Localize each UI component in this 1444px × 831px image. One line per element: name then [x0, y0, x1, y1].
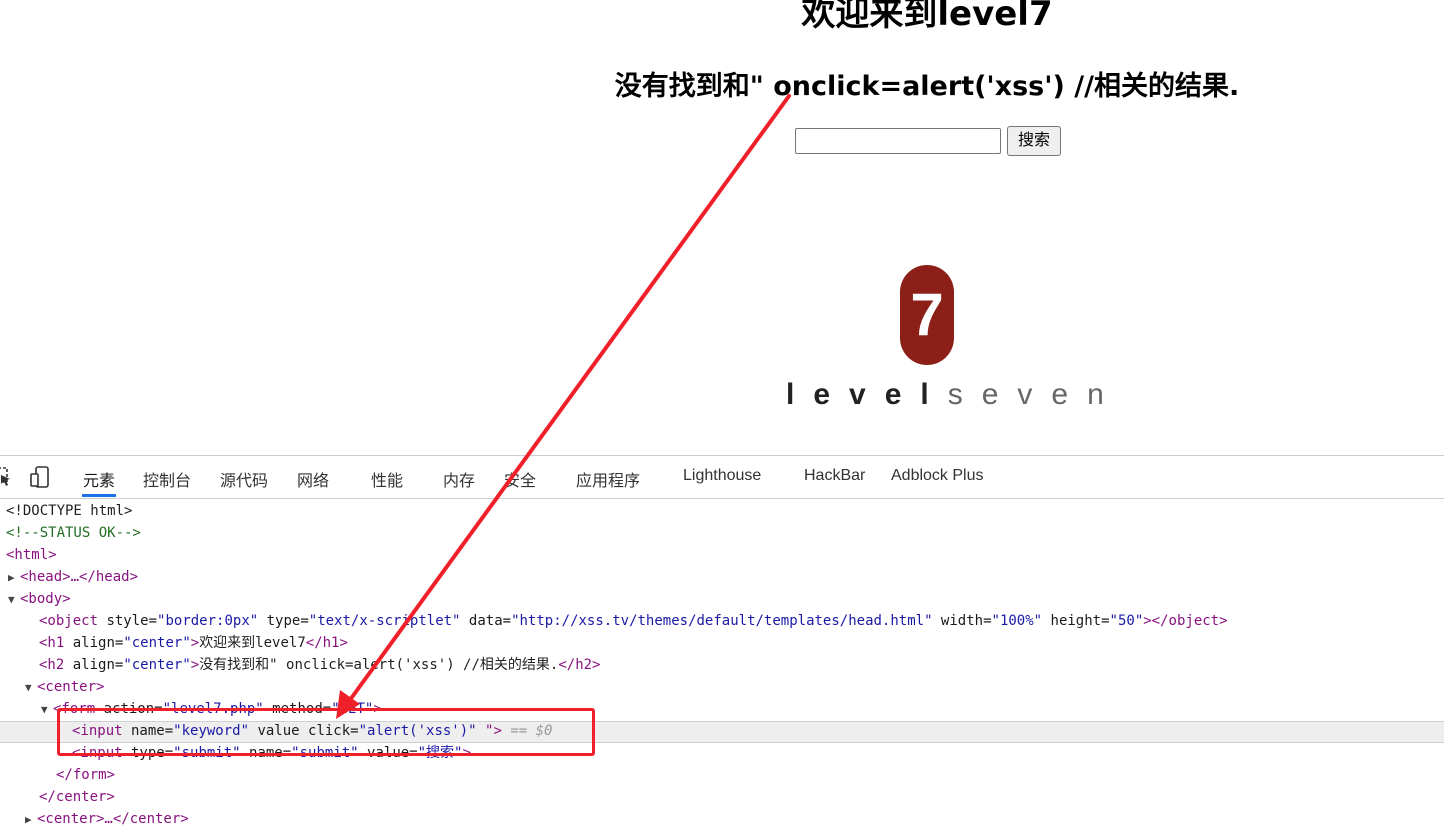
web-page: 欢迎来到level7 没有找到和" onclick=alert('xss') /…	[0, 0, 1444, 455]
device-toolbar-icon[interactable]	[30, 466, 50, 488]
collapse-triangle-icon[interactable]: ▼	[8, 589, 20, 611]
tree-row[interactable]: <object style="border:0px" type="text/x-…	[39, 610, 1228, 632]
inspect-element-icon[interactable]	[0, 466, 12, 488]
tree-row[interactable]: <!--STATUS OK-->	[6, 522, 141, 544]
collapse-triangle-icon[interactable]: ▼	[25, 677, 37, 699]
logo-text-level: level	[786, 378, 948, 411]
tree-row[interactable]: <!DOCTYPE html>	[6, 500, 132, 522]
tree-row[interactable]: </form>	[56, 764, 115, 786]
tab-application[interactable]: 应用程序	[576, 467, 640, 491]
active-tab-indicator	[82, 494, 116, 497]
tab-security[interactable]: 安全	[504, 467, 536, 491]
tree-row[interactable]: ▶ <head>…</head>	[8, 566, 138, 588]
tab-hackbar[interactable]: HackBar	[804, 467, 865, 485]
page-heading: 欢迎来到level7	[801, 0, 1053, 34]
tree-row[interactable]: ▶ <center>…</center>	[25, 808, 189, 830]
level-seven-logo-text: levelseven	[786, 378, 1123, 412]
tab-sources[interactable]: 源代码	[220, 467, 268, 491]
tab-elements[interactable]: 元素	[83, 467, 115, 491]
level-seven-logo-badge: 7	[900, 265, 954, 365]
tree-row[interactable]: <h1 align="center">欢迎来到level7</h1>	[39, 632, 348, 654]
annotation-highlight-box	[57, 708, 595, 756]
tree-row[interactable]: <h2 align="center">没有找到和" onclick=alert(…	[39, 654, 601, 676]
tree-row[interactable]: ▼ <body>	[8, 588, 71, 610]
tab-memory[interactable]: 内存	[443, 467, 475, 491]
collapse-triangle-icon[interactable]: ▼	[41, 699, 53, 721]
search-result-message: 没有找到和" onclick=alert('xss') //相关的结果.	[614, 71, 1240, 102]
search-button[interactable]: 搜索	[1007, 126, 1061, 156]
tree-row[interactable]: <html>	[6, 544, 57, 566]
devtools-panel: 元素 控制台 源代码 网络 性能 内存 安全 应用程序 Lighthouse H…	[0, 455, 1444, 827]
tab-performance[interactable]: 性能	[371, 467, 403, 491]
expand-triangle-icon[interactable]: ▶	[25, 809, 37, 831]
logo-text-seven: seven	[947, 378, 1123, 411]
search-input[interactable]	[795, 128, 1001, 154]
tree-row[interactable]: ▼ <center>	[25, 676, 104, 698]
tab-console[interactable]: 控制台	[143, 467, 191, 491]
tab-lighthouse[interactable]: Lighthouse	[683, 467, 761, 485]
tab-adblock-plus[interactable]: Adblock Plus	[891, 467, 984, 485]
tree-row[interactable]: </center>	[39, 786, 115, 808]
expand-triangle-icon[interactable]: ▶	[8, 567, 20, 589]
devtools-toolbar: 元素 控制台 源代码 网络 性能 内存 安全 应用程序 Lighthouse H…	[0, 456, 1444, 499]
tab-network[interactable]: 网络	[297, 467, 329, 491]
